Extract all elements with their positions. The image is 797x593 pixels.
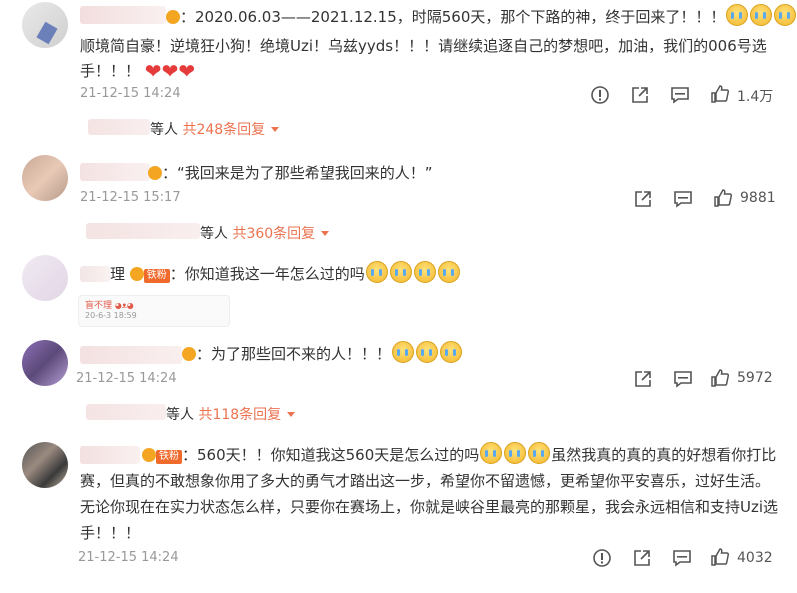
heart-emoji-icon: ❤ [161,59,179,83]
like-count: 1.4万 [737,89,774,105]
view-replies-link[interactable]: 共248条回复 [182,122,265,138]
thumbs-up-icon[interactable] [713,188,733,208]
comment-text: 铁粉 ：560天！！你知道我这560天是怎么过的吗 虽然我真的真的真的好想看你打比 [142,441,776,469]
timestamp: 21-12-15 14:24 [78,550,179,565]
avatar[interactable] [22,2,68,48]
username-blurred[interactable] [80,6,166,24]
like-count: 5972 [737,370,773,386]
avatar[interactable] [22,340,68,386]
crying-emoji-icon [392,341,415,363]
crying-emoji-icon [504,442,527,464]
replies-summary[interactable]: 等人 共360条回复 [200,223,330,243]
crying-emoji-icon [528,442,551,464]
comment-text: 赛，但真的不敢想象你用了多大的勇气才踏出这一步，希望你不留遗憾，更希望你平安喜乐… [80,472,771,490]
vip-crown-icon [182,347,196,361]
crying-emoji-icon [365,261,388,283]
username-blurred[interactable] [80,266,110,282]
crying-emoji-icon [726,4,749,26]
reply-users-blurred [86,223,200,239]
reply-users-blurred [86,404,166,420]
comment-text: 理 铁粉 ：你知道我这一年怎么过的吗 [110,260,461,288]
timestamp: 21-12-15 14:24 [76,371,177,386]
comment-text: 手！！！ [80,524,141,542]
quote-username: 盲不理 [85,301,113,311]
share-icon[interactable] [630,85,650,105]
vip-crown-icon [129,267,144,281]
crying-emoji-icon [480,442,503,464]
avatar[interactable] [22,442,68,488]
comment-text: 手！！！ ❤❤❤ [80,59,196,83]
comment-text: 无论你现在在实力状态怎么样，只要你在赛场上，你就是峡谷里最亮的那颗星，我会永远相… [80,498,779,516]
reply-users-blurred [88,119,150,135]
report-icon[interactable] [590,85,610,105]
username-blurred[interactable] [80,163,150,181]
comment-text: 顺境简自豪！逆境狂小狗！绝境Uzi！乌兹yyds！！！请继续追逐自己的梦想吧，加… [80,37,767,55]
view-replies-link[interactable]: 共118条回复 [198,407,281,423]
like-count: 9881 [740,190,776,206]
share-icon[interactable] [632,548,652,568]
vip-crown-icon [148,166,162,180]
thumbs-up-icon[interactable] [710,547,730,567]
comment-text: ：“我回来是为了那些希望我回来的人！” [148,159,433,187]
chevron-down-icon [287,412,296,417]
heart-emoji-icon: ❤ [144,59,162,83]
comment-icon[interactable] [673,189,693,209]
comment-icon[interactable] [672,548,692,568]
comment-text: ：2020.06.03——2021.12.15，时隔560天，那个下路的神，终于… [166,3,797,31]
crying-emoji-icon [750,4,773,26]
crying-emoji-icon [774,4,797,26]
crying-emoji-icon [416,341,439,363]
comment-icon[interactable] [670,85,690,105]
avatar[interactable] [22,255,68,301]
fan-badge: 铁粉 [156,450,182,464]
report-icon[interactable] [592,548,612,568]
crying-emoji-icon [437,261,460,283]
like-count: 4032 [737,550,773,566]
quoted-image-card[interactable]: 盲不理 ◕ᴥ◕ 20-6-3 18:59 [78,295,230,327]
crying-emoji-icon [389,261,412,283]
thumbs-up-icon[interactable] [710,368,730,388]
timestamp: 21-12-15 15:17 [80,190,181,205]
username-blurred[interactable] [80,346,182,364]
crying-emoji-icon [413,261,436,283]
username-tail[interactable]: 理 [110,265,125,283]
replies-summary[interactable]: 等人 共118条回复 [166,404,296,424]
username-blurred[interactable] [80,446,140,464]
fan-badge: 铁粉 [143,269,170,283]
quote-date: 20-6-3 18:59 [85,311,137,320]
comment-text: ：为了那些回不来的人！！！ [182,340,463,368]
chevron-down-icon [321,231,330,236]
vip-crown-icon [142,448,156,462]
chevron-down-icon [271,127,280,132]
vip-crown-icon [166,10,180,24]
heart-emoji-icon: ❤ [178,59,196,83]
view-replies-link[interactable]: 共360条回复 [232,226,315,242]
comment-icon[interactable] [673,369,693,389]
thumbs-up-icon[interactable] [710,84,730,104]
timestamp: 21-12-15 14:24 [80,86,181,101]
replies-summary[interactable]: 等人 共248条回复 [150,119,280,139]
share-icon[interactable] [633,189,653,209]
crying-emoji-icon [440,341,463,363]
avatar[interactable] [22,155,68,201]
share-icon[interactable] [633,369,653,389]
